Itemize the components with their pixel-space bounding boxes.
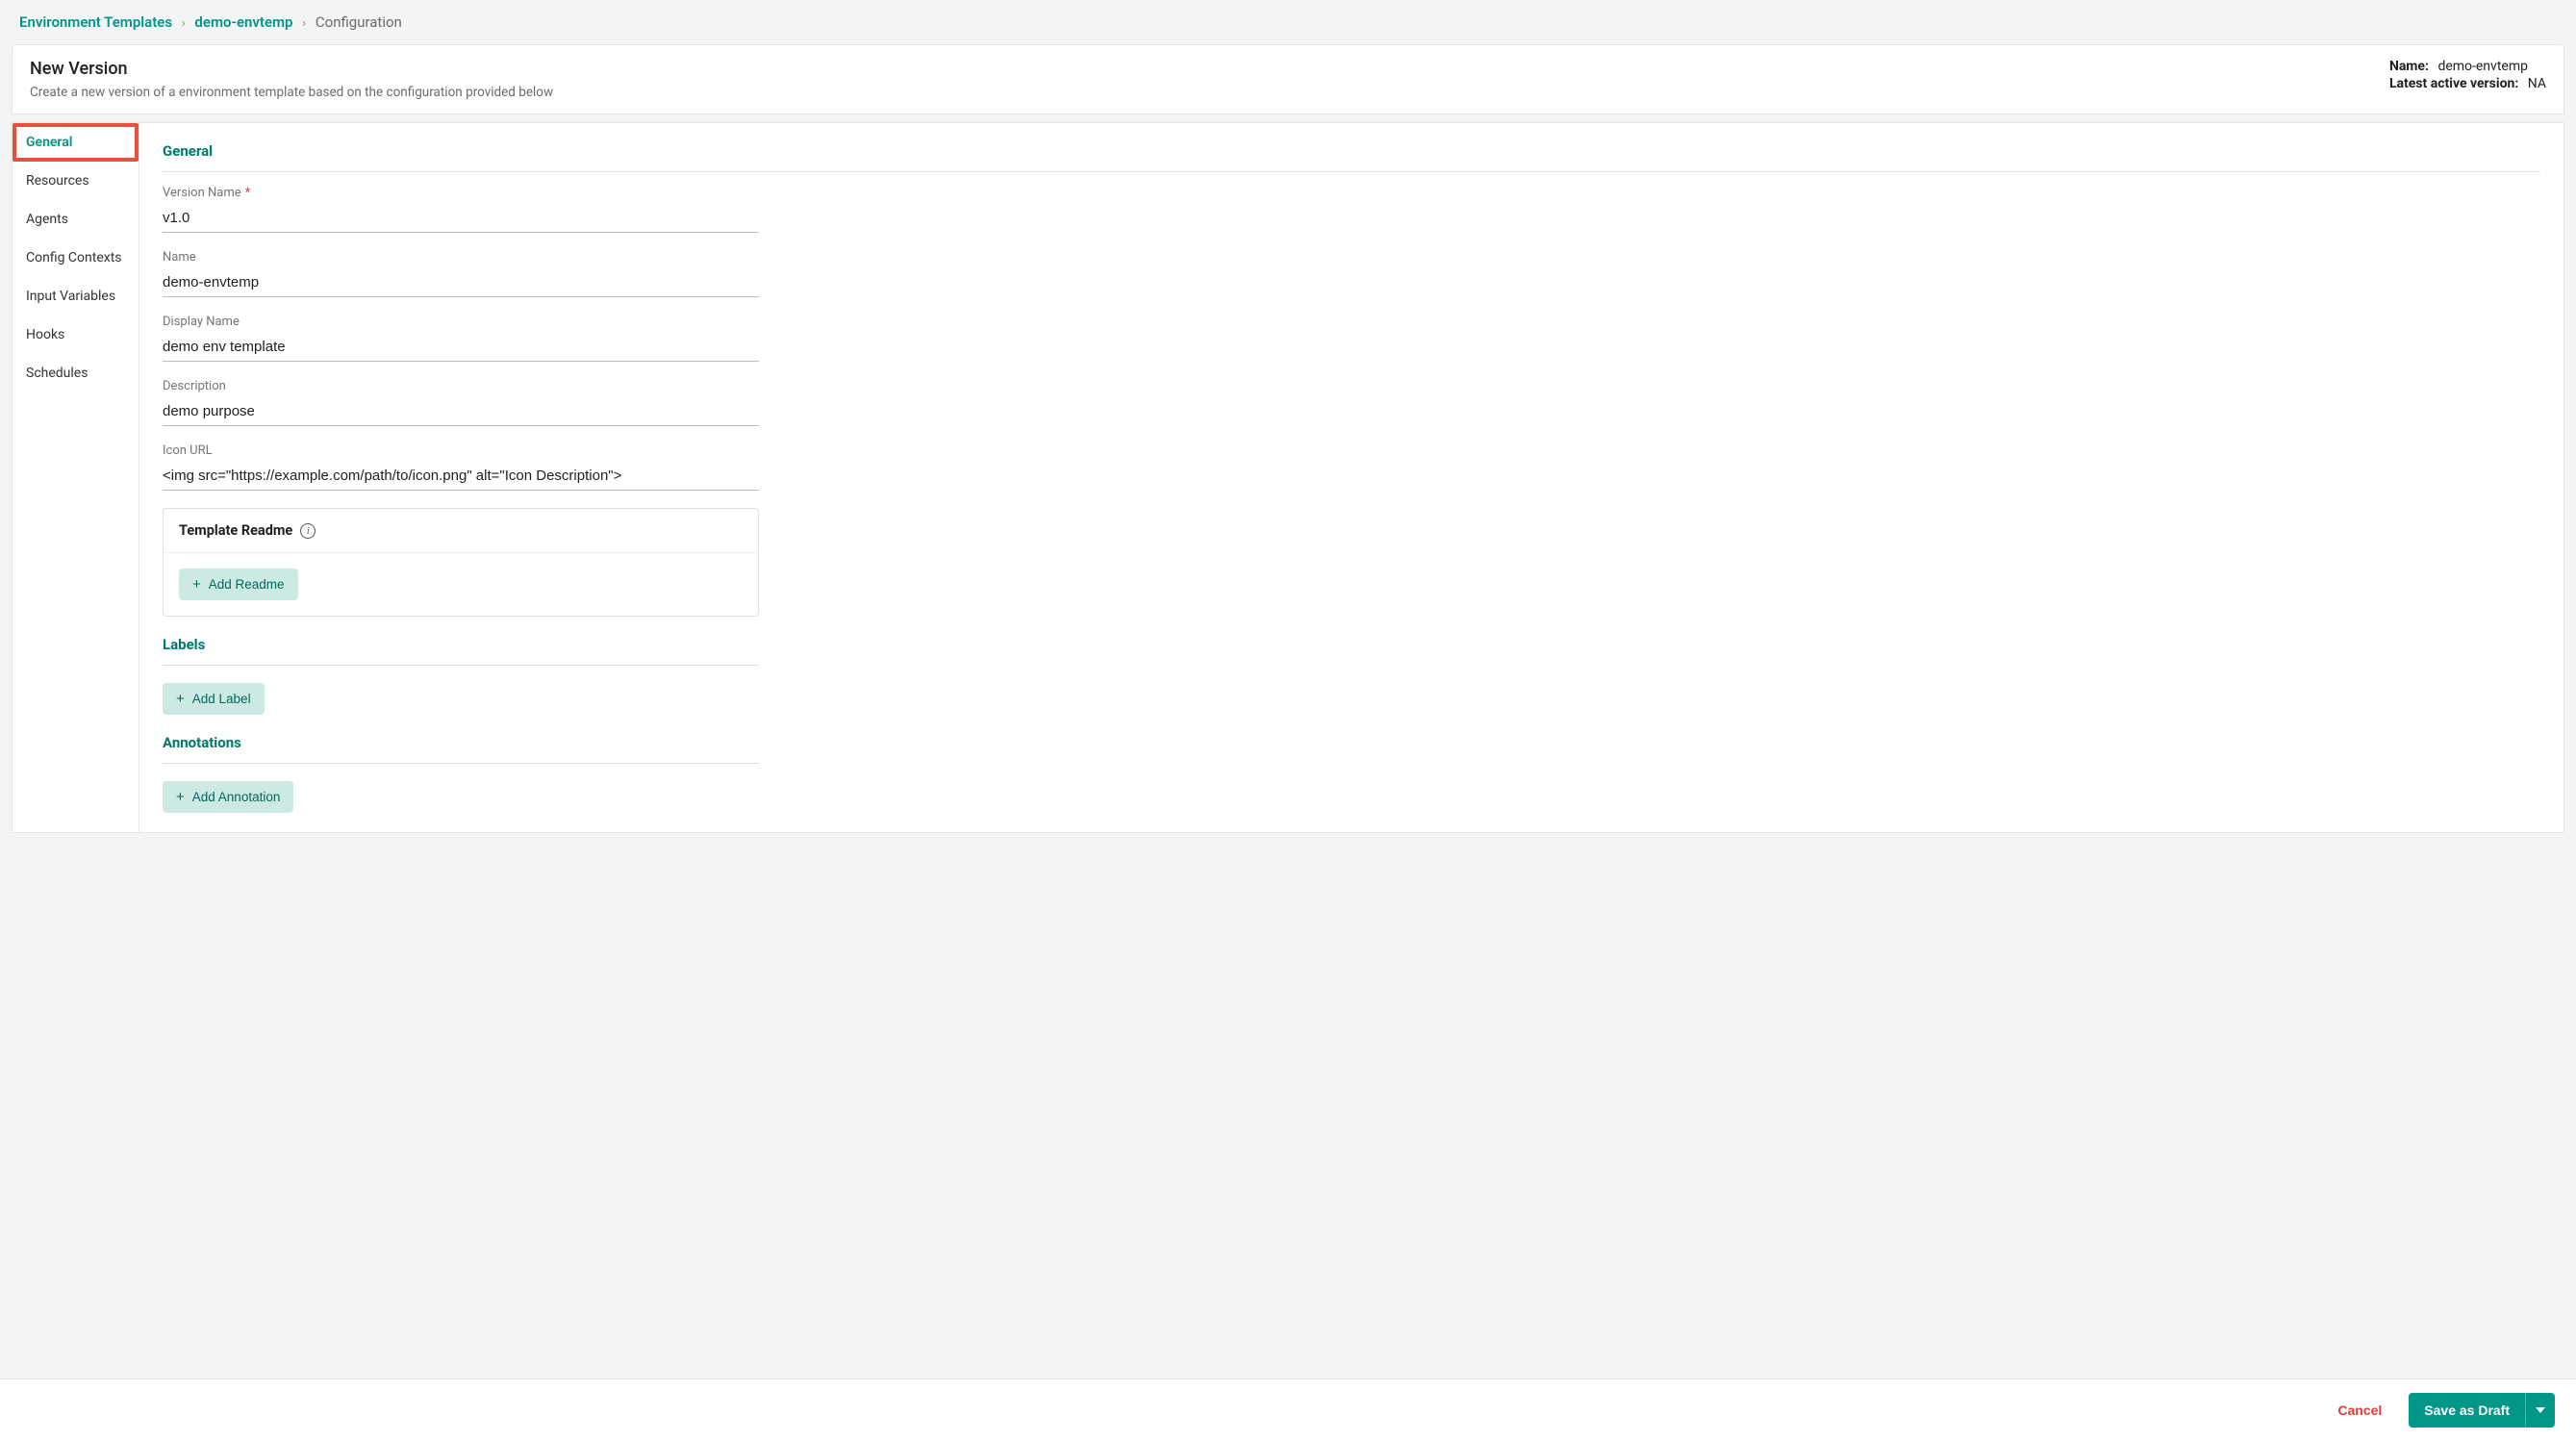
plus-icon: +: [176, 692, 185, 706]
cancel-button[interactable]: Cancel: [2328, 1395, 2391, 1426]
meta-version-value: NA: [2528, 76, 2546, 91]
description-label: Description: [163, 379, 759, 393]
sidebar-item-schedules[interactable]: Schedules: [13, 354, 139, 392]
section-title-general: General: [163, 142, 2540, 172]
version-name-input[interactable]: [163, 204, 759, 233]
plus-icon: +: [192, 577, 201, 592]
meta-version-label: Latest active version:: [2389, 76, 2518, 91]
page-title: New Version: [30, 59, 553, 79]
add-annotation-button[interactable]: + Add Annotation: [163, 781, 293, 813]
breadcrumb-current: Configuration: [316, 13, 402, 31]
description-input[interactable]: [163, 397, 759, 426]
sidebar-item-agents[interactable]: Agents: [13, 200, 139, 239]
plus-icon: +: [176, 790, 185, 804]
sidebar: General Resources Agents Config Contexts…: [12, 122, 139, 833]
name-label: Name: [163, 250, 759, 265]
breadcrumb-separator-icon: ›: [302, 16, 306, 31]
template-readme-card: Template Readme i + Add Readme: [163, 508, 759, 617]
template-readme-title: Template Readme: [179, 522, 292, 539]
breadcrumb-separator-icon: ›: [182, 16, 186, 31]
sidebar-item-hooks[interactable]: Hooks: [13, 316, 139, 354]
meta-name-label: Name:: [2389, 59, 2429, 74]
save-dropdown-button[interactable]: [2525, 1393, 2555, 1428]
sidebar-item-resources[interactable]: Resources: [13, 162, 139, 200]
sidebar-item-general[interactable]: General: [13, 123, 139, 162]
breadcrumb: Environment Templates › demo-envtemp › C…: [0, 0, 2576, 40]
breadcrumb-mid[interactable]: demo-envtemp: [194, 13, 292, 31]
page-subtitle: Create a new version of a environment te…: [30, 85, 553, 100]
display-name-label: Display Name: [163, 315, 759, 329]
name-input[interactable]: [163, 268, 759, 297]
info-icon[interactable]: i: [300, 523, 316, 539]
icon-url-label: Icon URL: [163, 443, 759, 458]
page-header: New Version Create a new version of a en…: [12, 44, 2564, 114]
icon-url-input[interactable]: [163, 462, 759, 491]
section-title-annotations: Annotations: [163, 734, 759, 764]
section-title-labels: Labels: [163, 636, 759, 666]
chevron-down-icon: [2536, 1407, 2545, 1413]
meta-name-value: demo-envtemp: [2437, 59, 2528, 74]
sidebar-item-input-variables[interactable]: Input Variables: [13, 277, 139, 316]
add-readme-button[interactable]: + Add Readme: [179, 569, 298, 600]
footer-bar: Cancel Save as Draft: [0, 1378, 2576, 1441]
breadcrumb-root[interactable]: Environment Templates: [19, 13, 172, 31]
version-name-label: Version Name*: [163, 186, 759, 200]
content-panel: General Version Name* Name Display Name …: [139, 122, 2564, 833]
add-label-button[interactable]: + Add Label: [163, 683, 265, 715]
save-as-draft-button[interactable]: Save as Draft: [2409, 1393, 2525, 1428]
sidebar-item-config-contexts[interactable]: Config Contexts: [13, 239, 139, 277]
display-name-input[interactable]: [163, 333, 759, 362]
